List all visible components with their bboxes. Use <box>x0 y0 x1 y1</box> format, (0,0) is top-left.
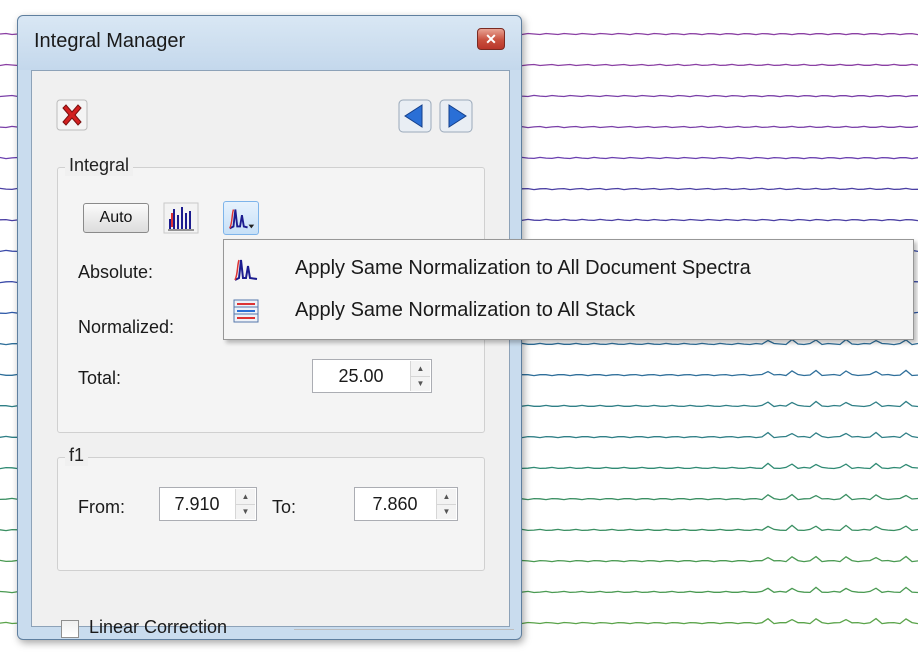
from-input[interactable]: 7.910 ▲ ▼ <box>159 487 257 521</box>
menu-item-all-stack[interactable]: Apply Same Normalization to All Stack <box>225 290 912 332</box>
delete-icon[interactable] <box>56 99 88 131</box>
arrow-right-icon[interactable] <box>439 99 473 133</box>
menu-item-all-document-spectra[interactable]: Apply Same Normalization to All Document… <box>225 248 912 290</box>
auto-button[interactable]: Auto <box>83 203 149 233</box>
close-button[interactable]: ✕ <box>477 28 505 50</box>
from-stepper[interactable]: ▲ ▼ <box>235 489 255 519</box>
menu-item-label: Apply Same Normalization to All Stack <box>295 299 636 321</box>
to-value: 7.860 <box>372 494 418 514</box>
linear-correction-checkbox[interactable] <box>61 620 79 638</box>
stack-icon <box>233 299 259 323</box>
absolute-label: Absolute: <box>78 262 154 282</box>
to-input[interactable]: 7.860 ▲ ▼ <box>354 487 458 521</box>
from-value: 7.910 <box>174 494 220 514</box>
from-label: From: <box>78 497 125 517</box>
stepper-up-icon[interactable]: ▲ <box>411 361 430 377</box>
normalization-dropdown-menu: Apply Same Normalization to All Document… <box>223 239 914 340</box>
normalize-dropdown-icon[interactable] <box>223 201 259 235</box>
stepper-up-icon[interactable]: ▲ <box>437 489 456 505</box>
dialog-title: Integral Manager <box>34 30 186 52</box>
total-stepper[interactable]: ▲ ▼ <box>410 361 430 391</box>
stepper-down-icon[interactable]: ▼ <box>437 504 456 519</box>
stepper-up-icon[interactable]: ▲ <box>236 489 255 505</box>
to-label: To: <box>272 497 297 517</box>
spectrum-peak-icon <box>234 259 258 281</box>
normalized-label: Normalized: <box>78 317 175 337</box>
integral-group-title: Integral <box>65 155 134 176</box>
arrow-left-icon[interactable] <box>398 99 432 133</box>
total-value: 25.00 <box>338 366 384 386</box>
dialog-content: Integral Auto Absolute: Normalized: Tota… <box>31 70 514 638</box>
menu-item-label: Apply Same Normalization to All Document… <box>295 257 751 279</box>
to-stepper[interactable]: ▲ ▼ <box>436 489 456 519</box>
f1-group-title: f1 <box>65 445 89 466</box>
spectrum-bars-icon[interactable] <box>163 201 199 235</box>
linear-correction-label[interactable]: Linear Correction <box>89 617 227 638</box>
total-label: Total: <box>78 368 122 388</box>
separator <box>294 629 514 630</box>
total-input[interactable]: 25.00 ▲ ▼ <box>312 359 432 393</box>
title-bar[interactable]: Integral Manager ✕ <box>18 16 521 70</box>
stepper-down-icon[interactable]: ▼ <box>236 504 255 519</box>
stepper-down-icon[interactable]: ▼ <box>411 376 430 391</box>
